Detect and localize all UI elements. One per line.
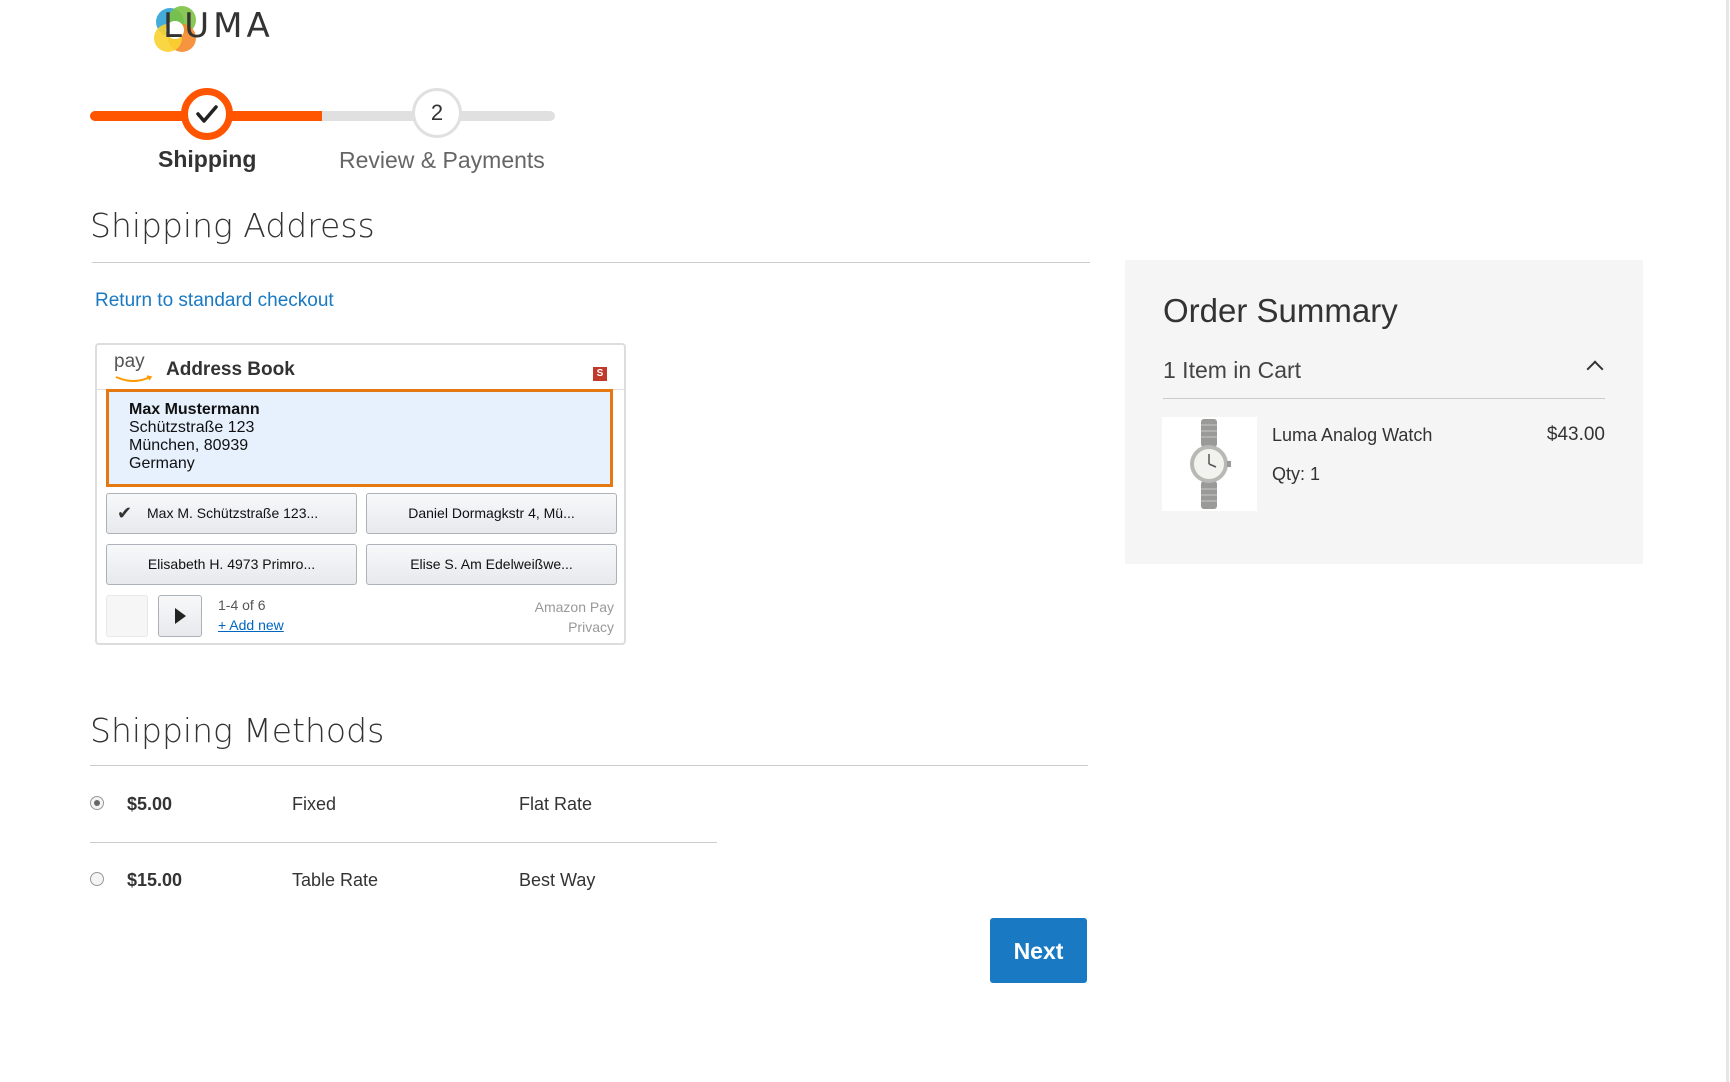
shipping-methods-title: Shipping Methods — [90, 711, 385, 750]
divider — [92, 262, 1090, 263]
next-button[interactable]: Next — [990, 918, 1087, 983]
previous-page-button[interactable] — [106, 595, 148, 637]
order-summary-title: Order Summary — [1163, 292, 1398, 329]
address-city: München, 80939 — [129, 437, 249, 454]
address-street: Schützstraße 123 — [129, 419, 255, 436]
checkmark-icon: ✔ — [117, 503, 133, 523]
divider — [1163, 398, 1605, 399]
items-in-cart-toggle[interactable]: 1 Item in Cart — [1163, 357, 1301, 384]
shipping-carrier-name: Flat Rate — [519, 794, 593, 814]
secure-badge-icon: S — [593, 367, 607, 381]
address-option-4[interactable]: Elise S. Am Edelweißwe... — [366, 544, 617, 585]
scrollbar-track[interactable] — [1726, 0, 1729, 1082]
privacy-link[interactable]: Privacy — [568, 619, 614, 635]
address-book-title: Address Book — [166, 359, 295, 380]
chevron-up-icon[interactable] — [1586, 360, 1604, 378]
step-review-label[interactable]: Review & Payments — [339, 147, 545, 174]
shipping-address-title: Shipping Address — [90, 206, 375, 245]
checkmark-icon — [196, 105, 218, 123]
shipping-method-radio-flat-rate[interactable] — [90, 796, 104, 810]
shipping-carrier-name: Best Way — [519, 870, 596, 890]
product-qty: Qty: 1 — [1272, 464, 1321, 484]
order-summary-panel: Order Summary 1 Item in Cart Luma Analog… — [1125, 260, 1643, 564]
shipping-method-radio-best-way[interactable] — [90, 872, 104, 886]
amazon-smile-icon — [115, 375, 153, 382]
address-option-label: Max M. Schützstraße 123... — [147, 505, 319, 521]
address-country: Germany — [129, 455, 195, 472]
address-option-3[interactable]: Elisabeth H. 4973 Primro... — [106, 544, 357, 585]
product-price: $43.00 — [1546, 424, 1605, 445]
product-name: Luma Analog Watch — [1272, 425, 1433, 445]
add-new-address-link[interactable]: + Add new — [218, 617, 284, 633]
divider — [90, 842, 717, 843]
address-name: Max Mustermann — [129, 401, 260, 418]
amazon-pay-logo: pay — [114, 351, 145, 372]
product-thumbnail[interactable] — [1162, 417, 1257, 511]
shipping-method-name: Table Rate — [292, 870, 379, 890]
address-option-1[interactable]: ✔ Max M. Schützstraße 123... — [106, 493, 357, 534]
pager-count: 1-4 of 6 — [218, 597, 266, 613]
shipping-method-name: Fixed — [292, 794, 337, 814]
step-shipping-complete-icon — [181, 88, 233, 140]
address-option-2[interactable]: Daniel Dormagkstr 4, Mü... — [366, 493, 617, 534]
shipping-price: $5.00 — [127, 794, 173, 814]
amazon-pay-label: Amazon Pay — [534, 599, 614, 615]
next-page-button[interactable] — [158, 595, 202, 637]
divider — [90, 765, 1088, 766]
shipping-price: $15.00 — [127, 870, 183, 890]
play-arrow-icon — [175, 608, 186, 624]
step-shipping-label: Shipping — [158, 146, 257, 172]
return-to-standard-checkout-link[interactable]: Return to standard checkout — [95, 290, 334, 312]
amazon-pay-address-book: pay Address Book S Max Mustermann Schütz… — [95, 343, 626, 645]
brand-name: LUMA — [163, 6, 274, 46]
step-review-number: 2 — [412, 88, 462, 138]
selected-address[interactable]: Max Mustermann Schützstraße 123 München,… — [106, 389, 613, 487]
